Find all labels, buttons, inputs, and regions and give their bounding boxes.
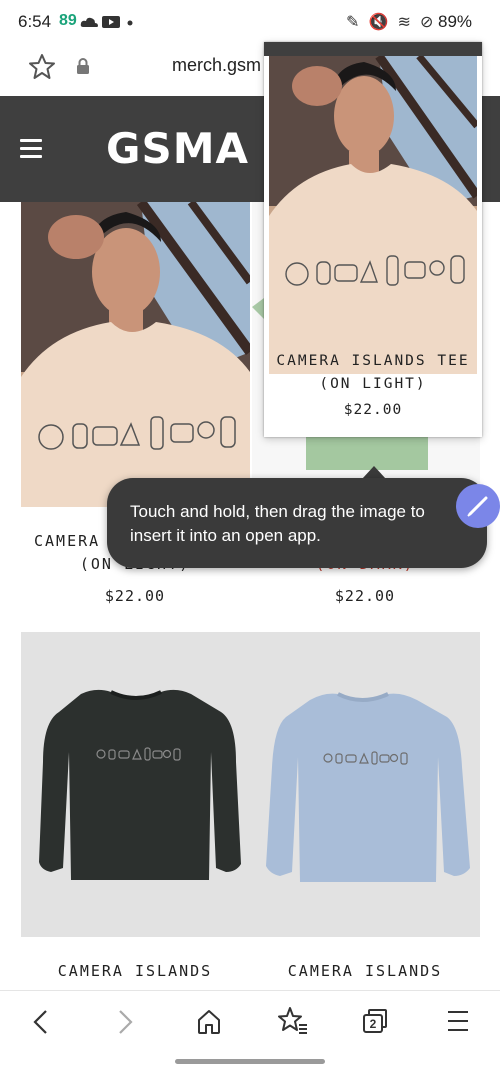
forward-icon[interactable] [114, 1008, 136, 1036]
back-icon[interactable] [30, 1008, 52, 1036]
drag-hint-tooltip: Touch and hold, then drag the image to i… [107, 478, 487, 568]
tabs-button[interactable]: 2 [361, 1007, 389, 1035]
preview-title-line1: CAMERA ISLANDS TEE [276, 353, 470, 369]
url-text[interactable]: merch.gsm [172, 55, 261, 76]
cloud-and-youtube-icons [80, 16, 133, 28]
preview-price: $22.00 [343, 402, 403, 418]
site-logo[interactable]: GSMA [106, 124, 249, 173]
bookmarks-icon[interactable] [277, 1006, 309, 1036]
preview-tee-photo [269, 56, 477, 374]
browser-menu-icon[interactable] [448, 1011, 468, 1031]
product-image-dark-sweatshirt[interactable] [21, 632, 251, 937]
product-image-light-sweatshirt[interactable] [252, 632, 480, 937]
home-icon[interactable] [195, 1007, 223, 1035]
product-price-1: $22.00 [104, 587, 166, 605]
notification-count: 89 [59, 12, 77, 29]
product-title-3[interactable]: CAMERA ISLANDS [20, 960, 250, 983]
product-price-2: $22.00 [334, 587, 396, 605]
lock-icon [77, 58, 89, 74]
status-icons: ✎ 🔇 ≋ ⊘ [346, 12, 436, 31]
bookmark-star-icon[interactable] [28, 53, 56, 80]
gesture-handle[interactable] [175, 1059, 325, 1064]
battery-level: 89% [438, 12, 473, 31]
tab-count: 2 [369, 1017, 377, 1031]
tee-photo-light [21, 202, 250, 507]
tooltip-text: Touch and hold, then drag the image to i… [130, 502, 425, 545]
pen-shortcut-button[interactable] [456, 484, 500, 528]
pen-icon [467, 496, 488, 517]
image-preview-card[interactable]: CAMERA ISLANDS TEE (ON LIGHT) $22.00 [264, 42, 482, 437]
product-image-camera-islands-tee-light[interactable] [21, 202, 250, 507]
preview-title-line2: (ON LIGHT) [319, 376, 427, 392]
product-title-4[interactable]: CAMERA ISLANDS [250, 960, 480, 983]
status-time: 6:54 [18, 12, 52, 31]
menu-icon[interactable] [20, 139, 42, 159]
